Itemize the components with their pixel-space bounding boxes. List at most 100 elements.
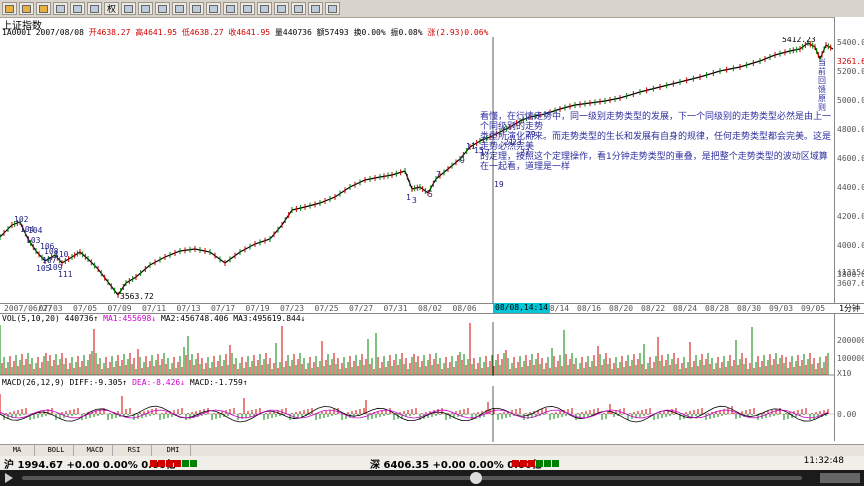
wave-label: 7 — [436, 170, 441, 179]
wave-label: 1 — [406, 193, 411, 202]
price-tick: 5400.00 — [837, 38, 864, 47]
macd-chart[interactable] — [0, 386, 834, 442]
seek-track[interactable] — [22, 476, 802, 480]
window3-icon[interactable] — [155, 2, 171, 15]
date-tick: 08/16 — [577, 304, 602, 313]
date-tick: 07/11 — [142, 304, 167, 313]
video-player-bar — [0, 470, 864, 486]
date-tick: 07/03 — [38, 304, 63, 313]
grid4-icon[interactable] — [240, 2, 256, 15]
quote-code-date: 1A0001 2007/08/08 — [2, 28, 84, 37]
overlay-line-1: 看懂，在行情走势中，同一级别走势类型的发展，下一个同级别的走势类型必然是由上一个… — [480, 112, 832, 132]
date-tick: 07/17 — [211, 304, 236, 313]
overlay-text: 看懂，在行情走势中，同一级别走势类型的发展，下一个同级别的走势类型必然是由上一个… — [480, 112, 834, 172]
count-label: (13154) — [837, 268, 864, 277]
grid9-icon[interactable] — [325, 2, 341, 15]
play-icon[interactable] — [4, 473, 14, 483]
quote-change: 涨(2.93)0.06% — [427, 28, 489, 37]
volume-unit: X10 — [837, 369, 852, 378]
grid8-icon[interactable] — [308, 2, 324, 15]
date-tick: 08/30 — [737, 304, 762, 313]
quote-close: 收4641.95 — [228, 28, 271, 37]
volume-tick-high: 200000 — [837, 336, 864, 345]
overlay-line-2: 类型所演化而来。而走势类型的生长和发展有自身的规律，任何走势类型都会完美。这是走… — [480, 132, 832, 152]
date-tick: 08/22 — [641, 304, 666, 313]
home-icon[interactable] — [87, 2, 102, 15]
quote-amplitude: 振0.08% — [390, 28, 423, 37]
date-tick: 07/19 — [245, 304, 270, 313]
wave-label: 19 — [494, 180, 504, 189]
shenzhen-strength-bar — [512, 460, 560, 467]
wave-label: 103 — [26, 236, 41, 245]
quote-low: 低4638.27 — [181, 28, 224, 37]
date-tick: 09/03 — [769, 304, 794, 313]
date-tick: 08/20 — [609, 304, 634, 313]
overlay-side-text: 当前回馈原则 — [818, 58, 826, 112]
date-axis: 2007/06/27 07/03 07/05 07/09 07/11 07/13 07/17… — [0, 303, 864, 314]
quote-open: 开4638.27 — [88, 28, 131, 37]
folder-icon[interactable] — [2, 2, 17, 15]
wave-label: 105 — [36, 264, 51, 273]
wave-label: 3 — [412, 196, 417, 205]
quote-volume: 量440736 — [274, 28, 312, 37]
price-tick: 5000.00 — [837, 96, 864, 105]
cursor-date: 08/08,14:14 — [493, 303, 550, 313]
grid5-icon[interactable] — [257, 2, 273, 15]
wave-label: 5 — [428, 190, 433, 199]
date-tick: 07/09 — [107, 304, 132, 313]
status-time: 11:32:48 — [803, 456, 844, 466]
price-axis: 5400.00 5200.00 5000.00 4800.00 4600.00 4400.… — [834, 17, 864, 441]
window1-icon[interactable] — [121, 2, 137, 15]
volume-control[interactable] — [820, 473, 860, 483]
price-box: 3261.6 — [837, 57, 864, 66]
wave-label: 110 — [54, 250, 69, 259]
volume-tick-mid: 100000 — [837, 354, 864, 363]
wave-label: 102 — [14, 215, 29, 224]
date-tick: 07/27 — [349, 304, 374, 313]
zoom-out-icon[interactable] — [70, 2, 85, 15]
high-label: 5412.23 — [782, 37, 816, 44]
shanghai-strength-bar — [150, 460, 198, 467]
date-tick: 08/06 — [452, 304, 477, 313]
adjust-button[interactable]: 权 — [104, 2, 120, 15]
forward-icon[interactable] — [36, 2, 51, 15]
seek-handle[interactable] — [470, 472, 482, 484]
grid2-icon[interactable] — [206, 2, 222, 15]
grid6-icon[interactable] — [274, 2, 290, 15]
price-tick: 5200.00 — [837, 67, 864, 76]
date-tick: 07/23 — [280, 304, 305, 313]
low-label: 3563.72 — [120, 292, 154, 301]
quote-turnover: 换0.00% — [353, 28, 386, 37]
window4-icon[interactable] — [172, 2, 188, 15]
volume-chart[interactable] — [0, 322, 834, 376]
date-tick: 07/05 — [73, 304, 98, 313]
grid3-icon[interactable] — [223, 2, 239, 15]
wave-label: 9 — [460, 156, 465, 165]
last-label: 3607.65 — [837, 279, 864, 288]
price-tick: 4000.00 — [837, 241, 864, 250]
wave-label: 104 — [28, 226, 43, 235]
zoom-in-icon[interactable] — [53, 2, 68, 15]
price-tick: 4600.00 — [837, 154, 864, 163]
date-tick: 09/05 — [801, 304, 826, 313]
period-label[interactable]: 1分钟 — [839, 303, 860, 314]
back-icon[interactable] — [19, 2, 34, 15]
macd-zero: 0.00 — [837, 410, 857, 419]
grid7-icon[interactable] — [291, 2, 307, 15]
date-tick: 07/25 — [314, 304, 339, 313]
toolbar: 权 — [0, 0, 864, 18]
date-tick: 08/28 — [705, 304, 730, 313]
price-tick: 4200.00 — [837, 212, 864, 221]
grid1-icon[interactable] — [189, 2, 205, 15]
date-tick: 08/24 — [673, 304, 698, 313]
status-bar: 沪 1994.67 +0.00 0.00% 0.00亿 深 6406.35 +0… — [0, 456, 864, 471]
quote-high: 高4641.95 — [135, 28, 177, 37]
price-tick: 4400.00 — [837, 183, 864, 192]
price-tick: 4800.00 — [837, 125, 864, 134]
date-tick: 08/02 — [418, 304, 443, 313]
wave-label: 111 — [58, 270, 73, 279]
date-tick: 07/31 — [383, 304, 408, 313]
date-tick: 07/13 — [176, 304, 201, 313]
overlay-line-3: 的定理，按照这个定理操作，看1分钟走势类型的重叠，是把整个走势类型的波动区域算在… — [480, 152, 828, 172]
window2-icon[interactable] — [138, 2, 154, 15]
